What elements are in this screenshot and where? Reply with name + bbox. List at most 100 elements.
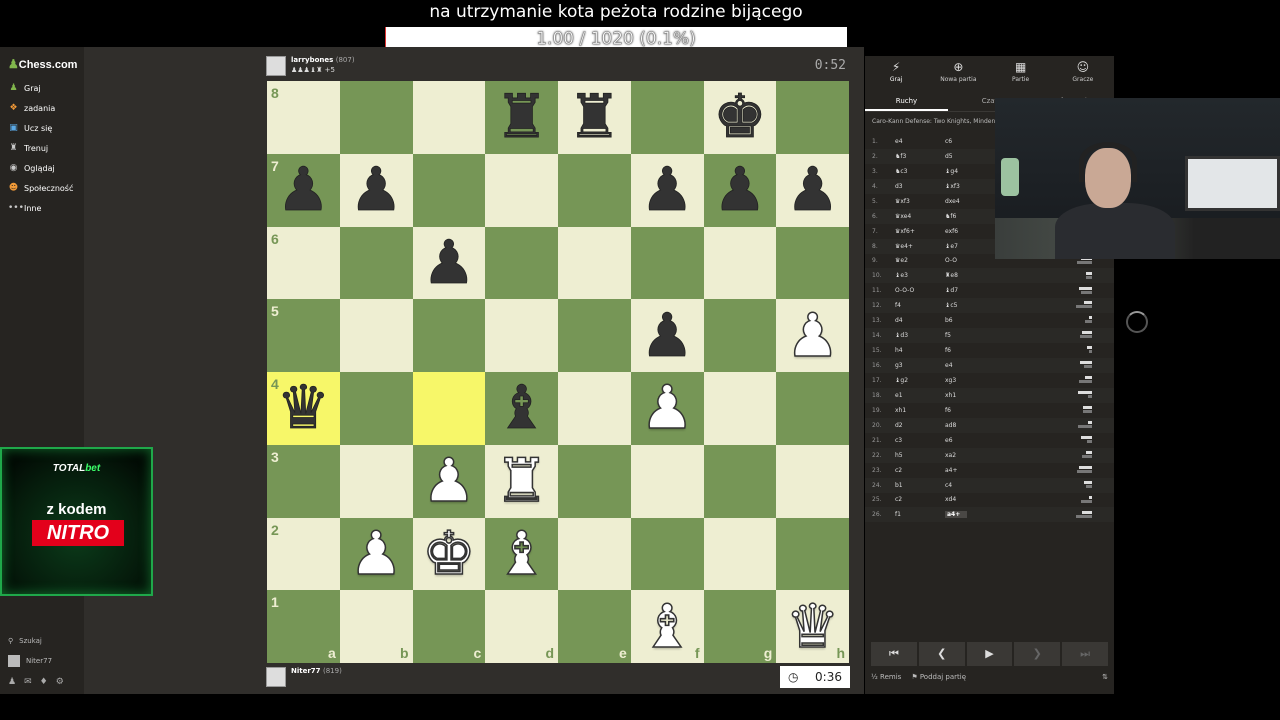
square-f4[interactable]: ♟	[630, 372, 704, 445]
white-move[interactable]: ♛xe4	[895, 213, 945, 220]
black-king-piece[interactable]: ♚	[713, 87, 768, 148]
black-bishop-piece[interactable]: ♝	[494, 378, 549, 439]
sidebar-item-graj[interactable]: ♟ Graj	[8, 81, 40, 95]
black-pawn-piece[interactable]: ♟	[785, 160, 840, 221]
square-c6[interactable]: ♟	[412, 226, 486, 300]
black-queen-piece[interactable]: ♛	[276, 378, 331, 439]
messages-icon[interactable]: ✉	[24, 677, 32, 687]
white-pawn-piece[interactable]: ♟	[785, 305, 840, 367]
square-f6[interactable]	[630, 226, 704, 300]
tab-partie[interactable]: ▦ Partie	[990, 56, 1052, 92]
sidebar-item-inne[interactable]: ••• Inne	[8, 201, 41, 215]
settings-gear-icon[interactable]: ⚙	[56, 677, 64, 687]
square-c2[interactable]: ♚	[412, 517, 486, 591]
black-pawn-piece[interactable]: ♟	[276, 160, 331, 221]
black-move[interactable]: xa2	[945, 452, 1005, 459]
square-d3[interactable]: ♜	[485, 444, 558, 518]
square-g6[interactable]	[703, 226, 777, 300]
square-a2[interactable]: 2	[267, 517, 340, 591]
white-move[interactable]: ♝d3	[895, 332, 945, 339]
square-a1[interactable]: 1a	[267, 590, 340, 663]
white-move[interactable]: ♛xf3	[895, 198, 945, 205]
subtab-ruchy[interactable]: Ruchy	[865, 92, 948, 111]
white-move[interactable]: f1	[895, 511, 945, 518]
square-f2[interactable]	[630, 517, 704, 591]
square-f8[interactable]	[630, 81, 704, 154]
square-e3[interactable]	[558, 444, 631, 518]
square-e7[interactable]	[558, 153, 631, 227]
white-move[interactable]: c2	[895, 467, 945, 474]
flip-board-icon[interactable]: ⇅	[1102, 673, 1108, 681]
square-g3[interactable]	[703, 444, 777, 518]
black-move[interactable]: f6	[945, 407, 1005, 414]
previous-move-button[interactable]: ❮	[918, 642, 965, 666]
black-move[interactable]: f5	[945, 332, 1005, 339]
square-e6[interactable]	[558, 226, 631, 300]
white-move[interactable]: d3	[895, 183, 945, 190]
square-h8[interactable]	[776, 81, 849, 154]
square-a3[interactable]: 3	[267, 444, 340, 518]
black-pawn-piece[interactable]: ♟	[713, 160, 768, 221]
square-e8[interactable]: ♜	[558, 81, 631, 154]
white-move[interactable]: f4	[895, 302, 945, 309]
black-move[interactable]: ♝d7	[945, 287, 1005, 294]
white-move[interactable]: d4	[895, 317, 945, 324]
chess-board[interactable]: 8 ♜ ♜ ♚ 7 ♟ ♟ ♟ ♟ ♟ 6 ♟ 5 ♟ ♟ 4 ♛ ♝ ♟ 3 ♟ ♜ 2 ♟ ♚ ♝ 1 a b c d e f ♝ g h ♛	[267, 81, 849, 663]
square-h4[interactable]	[776, 372, 849, 445]
last-move-button[interactable]: ⏭	[1062, 642, 1108, 666]
white-move[interactable]: e4	[895, 138, 945, 145]
tab-gracze[interactable]: ☺ Gracze	[1052, 56, 1114, 92]
sidebar-item-ucz-si-[interactable]: ▣ Ucz się	[8, 121, 52, 135]
square-f3[interactable]	[630, 444, 704, 518]
white-bishop-piece[interactable]: ♝	[494, 523, 549, 585]
white-move[interactable]: g3	[895, 362, 945, 369]
black-move[interactable]: e4	[945, 362, 1005, 369]
white-rook-piece[interactable]: ♜	[494, 450, 549, 512]
square-a4[interactable]: 4 ♛	[267, 372, 340, 445]
square-d4[interactable]: ♝	[485, 372, 558, 445]
top-player-avatar[interactable]	[266, 56, 286, 76]
black-move[interactable]: a4+	[945, 467, 1005, 474]
friends-icon[interactable]: ♟	[8, 677, 16, 687]
black-move[interactable]: xd4	[945, 496, 1005, 503]
square-f7[interactable]: ♟	[630, 153, 704, 227]
play-button[interactable]: ▶	[966, 642, 1013, 666]
square-g7[interactable]: ♟	[703, 153, 777, 227]
tab-graj[interactable]: ⚡ Graj	[865, 56, 927, 92]
square-d1[interactable]: d	[485, 590, 558, 663]
notifications-icon[interactable]: ♦	[40, 677, 48, 687]
square-b1[interactable]: b	[339, 590, 413, 663]
square-b2[interactable]: ♟	[339, 517, 413, 591]
white-king-piece[interactable]: ♚	[421, 523, 476, 585]
square-d5[interactable]	[485, 299, 558, 372]
square-g8[interactable]: ♚	[703, 81, 777, 154]
square-g1[interactable]: g	[703, 590, 777, 663]
square-c5[interactable]	[412, 299, 486, 372]
square-b7[interactable]: ♟	[339, 153, 413, 227]
black-move[interactable]: a4+	[945, 511, 967, 519]
white-move[interactable]: ♛e4+	[895, 243, 945, 250]
white-move[interactable]: b1	[895, 482, 945, 489]
next-move-button[interactable]: ❯	[1014, 642, 1061, 666]
square-e4[interactable]	[558, 372, 631, 445]
square-a6[interactable]: 6	[267, 226, 340, 300]
white-pawn-piece[interactable]: ♟	[639, 378, 694, 440]
square-h7[interactable]: ♟	[776, 153, 849, 227]
black-move[interactable]: ♝c5	[945, 302, 1005, 309]
square-h1[interactable]: h ♛	[776, 590, 849, 663]
sidebar-user[interactable]: Niter77	[8, 655, 52, 667]
sidebar-item-trenuj[interactable]: ♜ Trenuj	[8, 141, 48, 155]
black-move[interactable]: xg3	[945, 377, 1005, 384]
black-pawn-piece[interactable]: ♟	[349, 160, 404, 221]
black-rook-piece[interactable]: ♜	[567, 87, 622, 148]
black-rook-piece[interactable]: ♜	[494, 87, 549, 148]
white-pawn-piece[interactable]: ♟	[348, 523, 403, 585]
square-b3[interactable]	[339, 444, 413, 518]
white-move[interactable]: h5	[895, 452, 945, 459]
white-move[interactable]: c3	[895, 437, 945, 444]
square-f5[interactable]: ♟	[630, 299, 704, 372]
square-h2[interactable]	[776, 517, 849, 591]
white-bishop-piece[interactable]: ♝	[639, 596, 694, 658]
square-c3[interactable]: ♟	[412, 444, 486, 518]
square-c7[interactable]	[412, 153, 486, 227]
